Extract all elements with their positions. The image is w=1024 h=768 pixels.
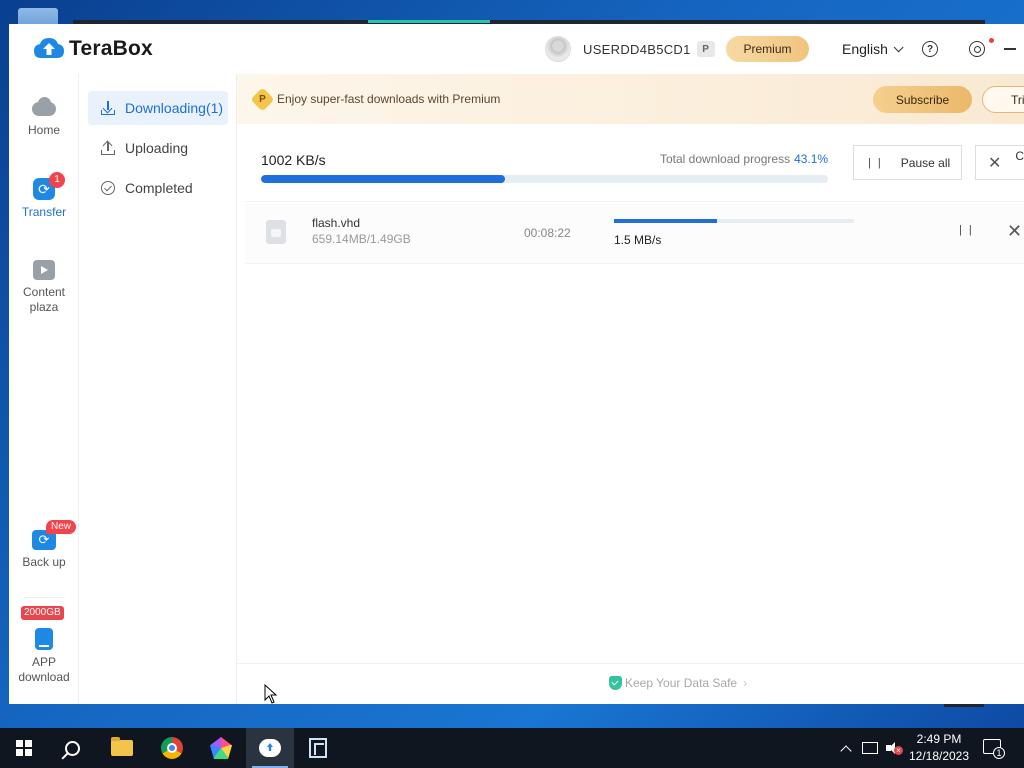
membership-badge-icon: P bbox=[696, 41, 715, 57]
nav-divider bbox=[23, 597, 65, 598]
clock-date: 12/18/2023 bbox=[908, 749, 970, 763]
taskbar-virtualbox[interactable] bbox=[294, 728, 342, 768]
taskbar-app-pentagon[interactable] bbox=[197, 728, 245, 768]
search-icon bbox=[64, 740, 80, 756]
nav-label-transfer: Transfer bbox=[21, 205, 67, 219]
tab-uploading-label: Uploading bbox=[125, 140, 189, 156]
shield-icon bbox=[609, 676, 622, 690]
taskbar-file-explorer[interactable] bbox=[98, 728, 146, 768]
cube-icon bbox=[309, 738, 327, 758]
tab-completed[interactable]: Completed bbox=[88, 171, 228, 205]
notification-dot bbox=[989, 38, 994, 43]
chevron-up-icon[interactable] bbox=[840, 744, 852, 757]
cancel-download-icon[interactable]: ✕ bbox=[1007, 221, 1022, 242]
premium-p-icon: P bbox=[250, 87, 275, 112]
chevron-right-icon: › bbox=[743, 676, 748, 690]
promo-text: Enjoy super-fast downloads with Premium bbox=[277, 92, 501, 106]
minimize-icon[interactable] bbox=[1004, 48, 1016, 50]
network-icon[interactable] bbox=[862, 742, 878, 754]
file-name: flash.vhd bbox=[312, 216, 361, 230]
windows-logo-icon bbox=[16, 740, 32, 756]
overall-speed: 1002 KB/s bbox=[261, 152, 326, 168]
upload-icon bbox=[100, 140, 116, 156]
app-download-icon bbox=[35, 628, 53, 650]
nav-item-app-download[interactable]: 2000GB APP download bbox=[9, 606, 79, 685]
left-navigation: Home Transfer 1 Content plaza Back up Ne… bbox=[9, 74, 79, 704]
taskbar-chrome[interactable] bbox=[148, 728, 196, 768]
user-profile[interactable]: USERDD4B5CD1 P bbox=[545, 36, 715, 62]
total-progress-label: Total download progress 43.1% bbox=[660, 152, 829, 166]
time-remaining: 00:08:22 bbox=[524, 226, 571, 240]
nav-label-backup: Back up bbox=[22, 555, 66, 569]
file-size: 659.14MB/1.49GB bbox=[312, 232, 411, 246]
cancel-all-button[interactable]: ✕ Cancel all bbox=[975, 145, 1024, 180]
pause-all-button[interactable]: | | Pause all bbox=[853, 145, 962, 180]
file-icon bbox=[266, 220, 286, 244]
footer: Keep Your Data Safe › bbox=[237, 663, 1024, 704]
terabox-logo-icon bbox=[34, 38, 64, 58]
folder-icon bbox=[111, 737, 133, 756]
chevron-down-icon bbox=[893, 41, 904, 52]
tab-downloading[interactable]: Downloading(1) bbox=[88, 91, 228, 125]
username[interactable]: USERDD4B5CD1 bbox=[583, 42, 691, 57]
language-selector[interactable]: English bbox=[842, 41, 904, 57]
data-safe-link[interactable]: Keep Your Data Safe › bbox=[609, 676, 747, 690]
taskbar-search[interactable] bbox=[48, 728, 96, 768]
file-progress-fill bbox=[614, 219, 718, 223]
file-speed: 1.5 MB/s bbox=[614, 233, 662, 247]
download-row[interactable]: flash.vhd 659.14MB/1.49GB 00:08:22 1.5 M… bbox=[245, 204, 1024, 264]
pentagon-app-icon bbox=[210, 737, 232, 759]
tab-uploading[interactable]: Uploading bbox=[88, 131, 228, 165]
system-tray bbox=[836, 728, 900, 768]
total-progress-percent: 43.1% bbox=[794, 152, 829, 166]
help-icon[interactable]: ? bbox=[922, 41, 938, 57]
titlebar: TeraBox USERDD4B5CD1 P Premium English ? bbox=[9, 24, 1024, 74]
transfer-subnav: Downloading(1) Uploading Completed bbox=[80, 74, 237, 704]
brand-name: TeraBox bbox=[69, 37, 153, 60]
trial-button[interactable]: Trial bbox=[982, 86, 1024, 113]
storage-badge: 2000GB bbox=[21, 606, 64, 620]
clock-time: 2:49 PM bbox=[916, 732, 962, 746]
mute-icon: × bbox=[894, 746, 903, 755]
total-progress-fill bbox=[261, 175, 506, 183]
chrome-icon bbox=[161, 737, 183, 759]
tab-downloading-label: Downloading(1) bbox=[125, 100, 224, 116]
subscribe-button[interactable]: Subscribe bbox=[873, 86, 972, 113]
taskbar-terabox[interactable] bbox=[246, 728, 294, 768]
nav-label-content-plaza: Content plaza bbox=[22, 285, 66, 314]
close-icon: ✕ bbox=[988, 154, 1002, 172]
nav-item-home[interactable]: Home bbox=[9, 96, 79, 138]
download-icon bbox=[100, 100, 116, 116]
pause-download-icon[interactable]: | | bbox=[959, 224, 974, 236]
completed-icon bbox=[100, 180, 116, 196]
terabox-window: TeraBox USERDD4B5CD1 P Premium English ?… bbox=[9, 24, 1024, 704]
nav-item-backup[interactable]: Back up New bbox=[9, 520, 79, 570]
premium-promo-banner: P Enjoy super-fast downloads with Premiu… bbox=[237, 74, 1024, 124]
brand: TeraBox bbox=[33, 36, 153, 62]
avatar[interactable] bbox=[545, 36, 571, 62]
tab-completed-label: Completed bbox=[125, 180, 193, 196]
divider bbox=[245, 201, 1024, 202]
nav-label-home: Home bbox=[27, 123, 60, 137]
nav-item-transfer[interactable]: Transfer 1 bbox=[9, 172, 79, 220]
start-button[interactable] bbox=[0, 728, 48, 768]
content-plaza-icon bbox=[33, 260, 55, 280]
cloud-icon bbox=[30, 96, 58, 118]
terabox-icon bbox=[259, 739, 281, 757]
transfer-count-badge: 1 bbox=[49, 172, 65, 188]
settings-icon[interactable] bbox=[969, 41, 985, 57]
clock[interactable]: 2:49 PM 12/18/2023 bbox=[906, 731, 972, 765]
pause-icon: | | bbox=[868, 156, 883, 169]
language-label: English bbox=[842, 41, 888, 57]
notification-count: 1 bbox=[993, 747, 1005, 759]
main-content: P Enjoy super-fast downloads with Premiu… bbox=[237, 74, 1024, 704]
premium-button[interactable]: Premium bbox=[726, 36, 809, 62]
file-progress-bar bbox=[614, 219, 854, 223]
nav-item-content-plaza[interactable]: Content plaza bbox=[9, 260, 79, 315]
new-badge: New bbox=[46, 520, 77, 534]
nav-label-app-download: APP download bbox=[18, 655, 70, 684]
taskbar bbox=[0, 728, 1024, 768]
total-progress-bar bbox=[261, 175, 828, 183]
